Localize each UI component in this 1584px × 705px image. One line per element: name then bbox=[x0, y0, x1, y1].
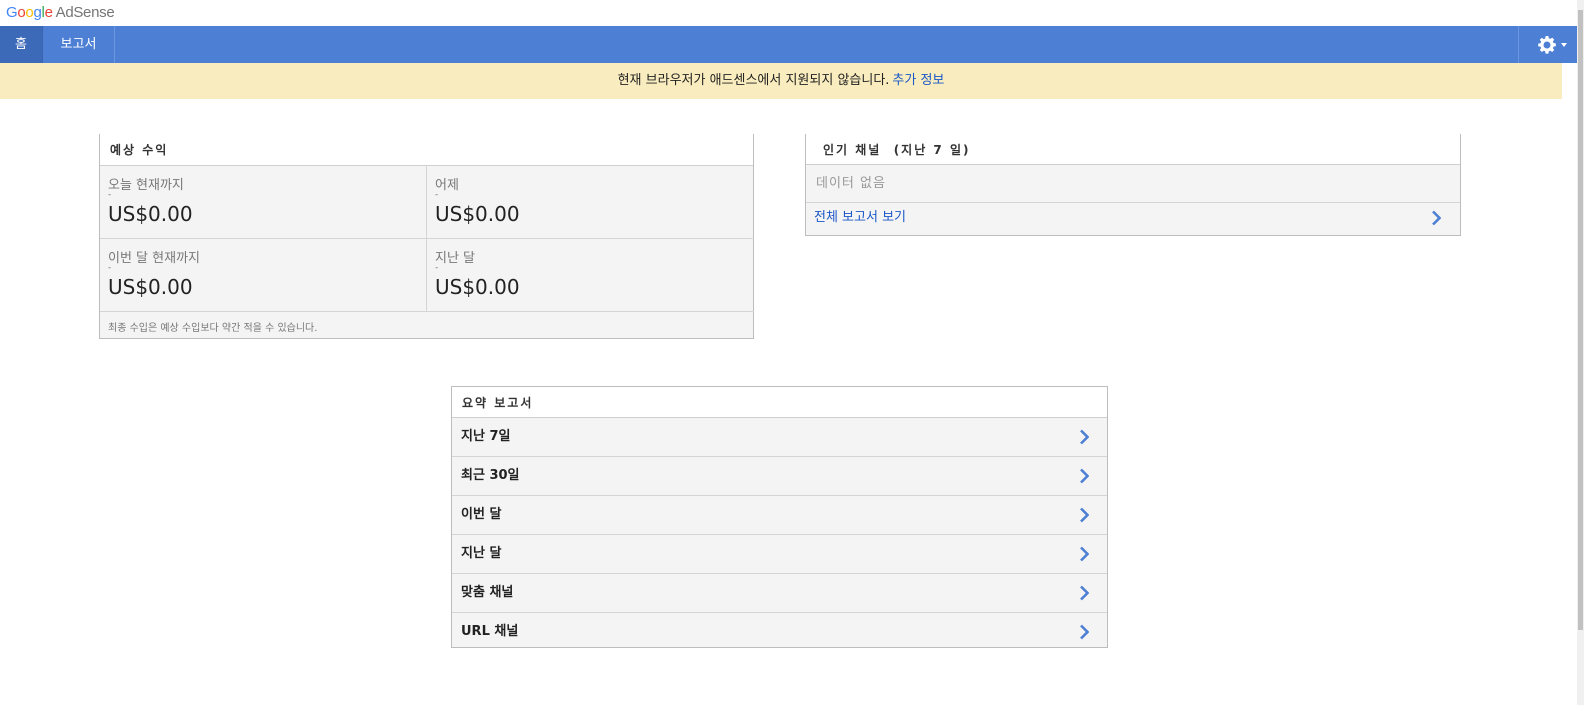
metric-value: US$0.00 bbox=[108, 275, 193, 299]
summary-row-this-month[interactable]: 이번 달 bbox=[452, 496, 1107, 535]
browser-notice-banner: 현재 브라우저가 애드센스에서 지원되지 않습니다. 추가 정보 bbox=[0, 63, 1562, 99]
nav-reports-tab[interactable]: 보고서 bbox=[43, 26, 115, 63]
view-full-report-link[interactable]: 전체 보고서 보기 bbox=[806, 203, 1460, 234]
metric-value: US$0.00 bbox=[435, 275, 520, 299]
metric-value: US$0.00 bbox=[435, 202, 520, 226]
logo-bar: Google AdSense bbox=[0, 0, 1584, 26]
no-data-text: 데이터 없음 bbox=[806, 165, 1460, 203]
settings-button[interactable] bbox=[1518, 26, 1577, 63]
metric-last-month: 지난 달 - US$0.00 bbox=[427, 239, 754, 312]
metric-value: US$0.00 bbox=[108, 202, 193, 226]
summary-row-label: 이번 달 bbox=[461, 507, 502, 522]
summary-row-label: 지난 달 bbox=[461, 546, 502, 561]
chevron-right-icon bbox=[1080, 624, 1089, 640]
chevron-right-icon bbox=[1080, 507, 1089, 523]
nav-home-tab[interactable]: 홈 bbox=[0, 26, 43, 63]
summary-row-label: 지난 7일 bbox=[461, 429, 511, 444]
chevron-right-icon bbox=[1080, 468, 1089, 484]
chevron-down-icon bbox=[1561, 43, 1567, 47]
gear-icon bbox=[1538, 36, 1556, 54]
view-full-report-label: 전체 보고서 보기 bbox=[814, 210, 906, 225]
logo-letter: e bbox=[44, 4, 53, 21]
chevron-right-icon bbox=[1080, 585, 1089, 601]
summary-row-label: URL 채널 bbox=[461, 624, 519, 639]
summary-row-last-30-days[interactable]: 최근 30일 bbox=[452, 457, 1107, 496]
summary-row-last-month[interactable]: 지난 달 bbox=[452, 535, 1107, 574]
earnings-card: 예상 수익 오늘 현재까지 - US$0.00 어제 - US$0.00 이번 … bbox=[99, 134, 754, 339]
top-channels-card: 인기 채널 (지난 7 일) 데이터 없음 전체 보고서 보기 bbox=[805, 134, 1461, 236]
logo-letter: G bbox=[6, 4, 18, 21]
page-scrollbar[interactable] bbox=[1577, 0, 1584, 705]
metric-today: 오늘 현재까지 - US$0.00 bbox=[100, 166, 427, 239]
earnings-title: 예상 수익 bbox=[100, 134, 753, 166]
adsense-logo[interactable]: Google AdSense bbox=[6, 4, 115, 21]
notice-text: 현재 브라우저가 애드센스에서 지원되지 않습니다. bbox=[617, 73, 890, 88]
earnings-note: 최종 수입은 예상 수입보다 약간 적을 수 있습니다. bbox=[108, 323, 318, 334]
metric-this-month: 이번 달 현재까지 - US$0.00 bbox=[100, 239, 427, 312]
logo-product: AdSense bbox=[55, 4, 115, 21]
chevron-right-icon bbox=[1432, 210, 1441, 226]
more-info-link[interactable]: 추가 정보 bbox=[892, 73, 944, 88]
metric-dash: - bbox=[435, 190, 439, 200]
chevron-right-icon bbox=[1080, 546, 1089, 562]
summary-row-label: 맞춤 채널 bbox=[461, 585, 514, 600]
summary-row-last-7-days[interactable]: 지난 7일 bbox=[452, 418, 1107, 457]
channels-title: 인기 채널 (지난 7 일) bbox=[806, 134, 1460, 165]
scrollbar-thumb[interactable] bbox=[1578, 10, 1583, 630]
summary-row-url-channels[interactable]: URL 채널 bbox=[452, 613, 1107, 651]
metric-label: 지난 달 bbox=[435, 251, 476, 266]
summary-title: 요약 보고서 bbox=[452, 387, 1107, 418]
top-navbar: 홈 보고서 bbox=[0, 26, 1577, 63]
metric-label: 어제 bbox=[435, 178, 459, 193]
summary-row-label: 최근 30일 bbox=[461, 468, 520, 483]
metric-dash: - bbox=[435, 263, 439, 273]
summary-row-custom-channels[interactable]: 맞춤 채널 bbox=[452, 574, 1107, 613]
metric-yesterday: 어제 - US$0.00 bbox=[427, 166, 754, 239]
summary-reports-card: 요약 보고서 지난 7일 최근 30일 이번 달 지난 달 맞춤 채널 URL … bbox=[451, 386, 1108, 648]
logo-letter: g bbox=[33, 4, 42, 21]
chevron-right-icon bbox=[1080, 429, 1089, 445]
metric-label: 이번 달 현재까지 bbox=[108, 251, 200, 266]
metric-label: 오늘 현재까지 bbox=[108, 178, 184, 193]
